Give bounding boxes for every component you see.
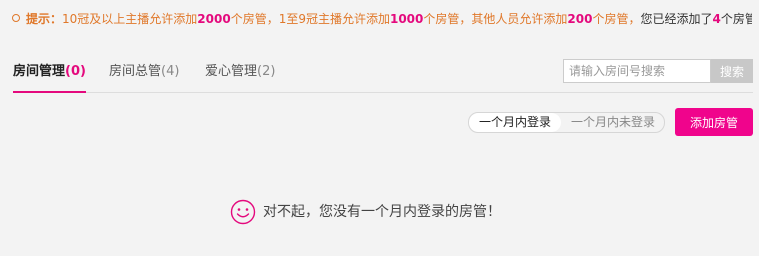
tip-label: 提示： xyxy=(26,12,63,26)
login-filter-toggle: 一个月内登录 一个月内未登录 xyxy=(468,112,665,133)
tip-limit-other: 200 xyxy=(567,12,593,26)
tip-limit-top: 2000 xyxy=(197,12,231,26)
tab-love-manager[interactable]: 爱心管理(2) xyxy=(205,62,275,93)
tab-label: 爱心管理 xyxy=(205,64,258,79)
smiley-icon xyxy=(230,199,256,225)
tip-text-2: 个房管，1至9冠主播允许添加 xyxy=(230,12,390,26)
search-button[interactable]: 搜索 xyxy=(711,59,753,83)
tip-limit-mid: 1000 xyxy=(389,12,424,26)
tip-text-6: 个房管 xyxy=(720,12,752,26)
search-input[interactable] xyxy=(563,59,711,83)
tip-added-count: 4 xyxy=(712,12,721,26)
tab-label: 房间总管 xyxy=(109,64,162,79)
tab-count: (2) xyxy=(257,64,276,79)
tip-text-3: 个房管，其他人员允许添加 xyxy=(423,12,568,26)
tip-bar: 提示：10冠及以上主播允许添加2000个房管，1至9冠主播允许添加1000个房管… xyxy=(12,10,752,28)
circle-bullet-icon xyxy=(12,14,20,22)
filter-logged-in[interactable]: 一个月内登录 xyxy=(469,113,561,132)
search-box: 搜索 xyxy=(563,59,753,83)
tab-room-manager[interactable]: 房间管理(0) xyxy=(13,62,86,93)
tip-text-4: 个房管， xyxy=(592,12,641,26)
tip-text-5: 您已经添加了 xyxy=(640,12,713,26)
tab-label: 房间管理 xyxy=(13,64,66,79)
tip-text-1: 10冠及以上主播允许添加 xyxy=(62,12,198,26)
tab-count: (0) xyxy=(65,64,86,79)
filter-not-logged-in[interactable]: 一个月内未登录 xyxy=(561,113,664,132)
add-manager-button[interactable]: 添加房管 xyxy=(675,108,753,136)
tab-count: (4) xyxy=(161,64,180,79)
tab-room-chief-manager[interactable]: 房间总管(4) xyxy=(109,62,179,93)
empty-message: 对不起，您没有一个月内登录的房管！ xyxy=(263,204,501,220)
